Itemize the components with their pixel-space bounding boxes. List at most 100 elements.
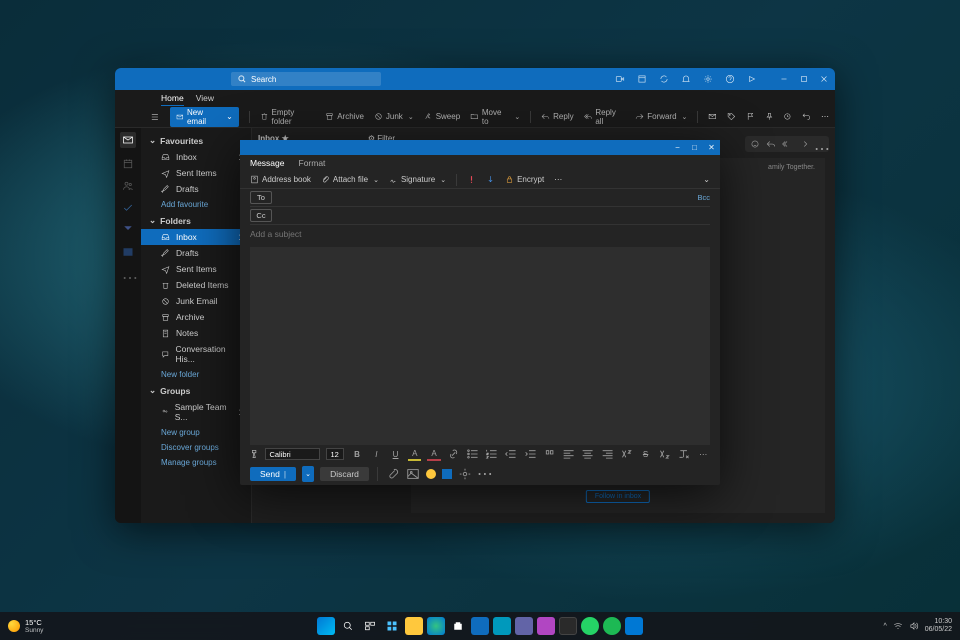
forward-button[interactable]: Forward: [635, 112, 687, 121]
font-size-input[interactable]: [326, 448, 344, 460]
wifi-icon[interactable]: [893, 621, 903, 631]
fav-sent[interactable]: Sent Items: [141, 165, 251, 181]
compose-tab-message[interactable]: Message: [250, 158, 285, 168]
importance-low-icon[interactable]: [486, 175, 495, 184]
subscript-icon[interactable]: [658, 447, 671, 461]
send-options-button[interactable]: ⌄: [302, 466, 314, 482]
bell-icon[interactable]: [681, 74, 691, 84]
manage-groups-link[interactable]: Manage groups: [141, 455, 251, 470]
send-button[interactable]: Send|: [250, 467, 296, 481]
tag-icon[interactable]: [727, 112, 736, 121]
forward-icon[interactable]: [798, 139, 808, 149]
bullets-icon[interactable]: [466, 447, 479, 461]
reply-all-icon[interactable]: [782, 139, 792, 149]
new-group-link[interactable]: New group: [141, 425, 251, 440]
rail-word-icon[interactable]: [122, 246, 134, 258]
send-more-icon[interactable]: ⋯: [478, 467, 492, 481]
tab-home[interactable]: Home: [161, 91, 184, 106]
mail-taskbar-icon[interactable]: [471, 617, 489, 635]
smiley-icon[interactable]: [750, 139, 760, 149]
archive-button[interactable]: Archive: [325, 112, 364, 121]
folders-section[interactable]: ⌄Folders: [141, 212, 251, 229]
discard-button[interactable]: Discard: [320, 467, 369, 481]
rail-yammer-icon[interactable]: [122, 224, 134, 236]
rail-people-icon[interactable]: [122, 180, 134, 192]
bcc-link[interactable]: Bcc: [697, 193, 710, 202]
subject-input[interactable]: [240, 225, 720, 243]
cc-input[interactable]: [280, 211, 710, 220]
reply-icon[interactable]: [766, 139, 776, 149]
reply-button[interactable]: Reply: [541, 112, 573, 121]
store-icon[interactable]: [449, 617, 467, 635]
group-sample-team[interactable]: Sample Team S...1: [141, 399, 251, 425]
teams-icon[interactable]: [515, 617, 533, 635]
format-painter-icon[interactable]: [250, 449, 259, 459]
bold-button[interactable]: B: [350, 447, 363, 461]
rail-calendar-icon[interactable]: [122, 158, 134, 170]
weather-widget[interactable]: 15°C Sunny: [8, 618, 43, 634]
italic-button[interactable]: I: [370, 447, 383, 461]
folder-junk[interactable]: Junk Email: [141, 293, 251, 309]
encrypt-button[interactable]: Encrypt: [505, 175, 544, 184]
minimize-icon[interactable]: [779, 74, 789, 84]
compose-minimize-icon[interactable]: −: [673, 143, 682, 152]
to-button[interactable]: To: [250, 191, 272, 204]
picture-icon[interactable]: [406, 467, 420, 481]
compose-tab-format[interactable]: Format: [299, 158, 326, 168]
align-right-icon[interactable]: [601, 447, 614, 461]
whatsnew-icon[interactable]: [747, 74, 757, 84]
rail-more-icon[interactable]: ⋯: [122, 268, 134, 280]
compose-more-icon[interactable]: ⋯: [554, 175, 562, 184]
snooze-icon[interactable]: [783, 112, 792, 121]
more-icon[interactable]: ⋯: [814, 139, 824, 149]
clock[interactable]: 10:30 06/05/22: [925, 618, 952, 633]
whatsapp-icon[interactable]: [581, 617, 599, 635]
widgets-icon[interactable]: [383, 617, 401, 635]
task-view-icon[interactable]: [361, 617, 379, 635]
folder-archive[interactable]: Archive: [141, 309, 251, 325]
highlight-button[interactable]: A: [408, 447, 421, 461]
pin-icon[interactable]: [765, 112, 774, 121]
strikethrough-button[interactable]: S: [639, 447, 652, 461]
hamburger-icon[interactable]: [150, 112, 160, 122]
format-more-icon[interactable]: ⋯: [697, 447, 710, 461]
cc-button[interactable]: Cc: [250, 209, 272, 222]
link-icon[interactable]: [447, 447, 460, 461]
sync-icon[interactable]: [659, 74, 669, 84]
explorer-icon[interactable]: [405, 617, 423, 635]
move-to-button[interactable]: Move to: [470, 108, 520, 126]
tray-chevron-icon[interactable]: ^: [883, 623, 886, 630]
more-icon[interactable]: ⋯: [821, 112, 829, 121]
settings-icon[interactable]: [703, 74, 713, 84]
chevron-down-icon[interactable]: ⌄: [703, 175, 710, 184]
app-icon-2[interactable]: [559, 617, 577, 635]
emoji-button[interactable]: [426, 469, 436, 479]
junk-button[interactable]: Junk: [374, 112, 414, 121]
volume-icon[interactable]: [909, 621, 919, 631]
align-left-icon[interactable]: [562, 447, 575, 461]
clear-format-icon[interactable]: [677, 447, 690, 461]
folder-inbox[interactable]: Inbox1: [141, 229, 251, 245]
folder-deleted[interactable]: Deleted Items: [141, 277, 251, 293]
discover-groups-link[interactable]: Discover groups: [141, 440, 251, 455]
rail-mail-icon[interactable]: [120, 132, 136, 148]
snap-button[interactable]: [442, 469, 452, 479]
day-icon[interactable]: [637, 74, 647, 84]
new-email-button[interactable]: New email ⌄: [170, 107, 239, 127]
folder-conversation-history[interactable]: Conversation His...: [141, 341, 251, 367]
empty-folder-button[interactable]: Empty folder: [260, 108, 315, 126]
superscript-icon[interactable]: [620, 447, 633, 461]
reply-all-button[interactable]: Reply all: [584, 108, 626, 126]
folder-drafts[interactable]: Drafts: [141, 245, 251, 261]
attach-file-button[interactable]: Attach file: [321, 175, 379, 184]
flag-icon[interactable]: [746, 112, 755, 121]
gear-icon[interactable]: [458, 467, 472, 481]
compose-close-icon[interactable]: ✕: [707, 143, 716, 152]
align-center-icon[interactable]: [581, 447, 594, 461]
tab-view[interactable]: View: [196, 91, 214, 105]
signature-button[interactable]: Signature: [389, 175, 446, 184]
font-family-input[interactable]: [265, 448, 320, 460]
photos-icon[interactable]: [493, 617, 511, 635]
follow-in-inbox-button[interactable]: Follow in inbox: [586, 490, 650, 503]
fav-inbox[interactable]: Inbox1: [141, 149, 251, 165]
